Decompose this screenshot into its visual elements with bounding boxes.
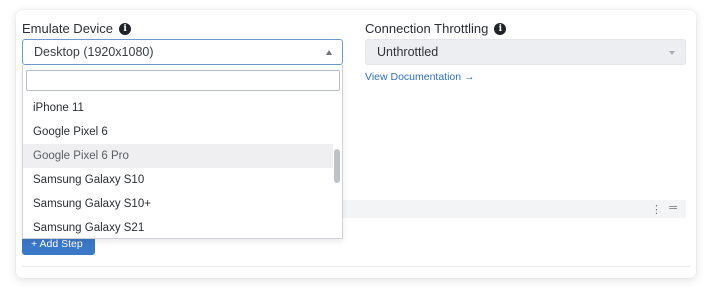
device-option[interactable]: Samsung Galaxy S21 [23,216,333,238]
info-icon[interactable]: i [119,22,132,35]
device-option-highlighted[interactable]: Google Pixel 6 Pro [23,144,333,168]
connection-throttling-label-text: Connection Throttling [365,21,489,36]
device-dropdown-menu: iPhone 11 Google Pixel 6 Google Pixel 6 … [22,65,343,239]
device-select[interactable]: Desktop (1920x1080) [22,39,343,65]
step-row: ⋮ ═ [343,200,686,218]
chevron-up-icon [326,50,332,55]
throttling-select-value: Unthrottled [377,45,439,59]
device-search-input[interactable] [26,70,340,91]
device-option[interactable]: Samsung Galaxy S10 [23,168,333,192]
device-option[interactable]: iPhone 11 [23,96,333,120]
chevron-down-icon [669,51,675,55]
drag-handle-icon[interactable]: ═ [669,202,677,214]
device-option[interactable]: Google Pixel 6 [23,120,333,144]
info-icon[interactable]: i [494,22,507,35]
throttling-select[interactable]: Unthrottled [365,39,686,65]
device-option[interactable]: Samsung Galaxy S10+ [23,192,333,216]
view-documentation-link[interactable]: View Documentation → [365,71,475,83]
scrollbar-thumb[interactable] [334,149,340,183]
connection-throttling-label: Connection Throttling i [365,21,507,36]
emulate-device-label-text: Emulate Device [22,21,114,36]
emulate-device-label: Emulate Device i [22,21,132,36]
device-options-list: iPhone 11 Google Pixel 6 Google Pixel 6 … [23,96,333,238]
kebab-menu-icon[interactable]: ⋮ [651,203,662,216]
device-select-value: Desktop (1920x1080) [34,45,154,59]
divider [22,266,690,267]
